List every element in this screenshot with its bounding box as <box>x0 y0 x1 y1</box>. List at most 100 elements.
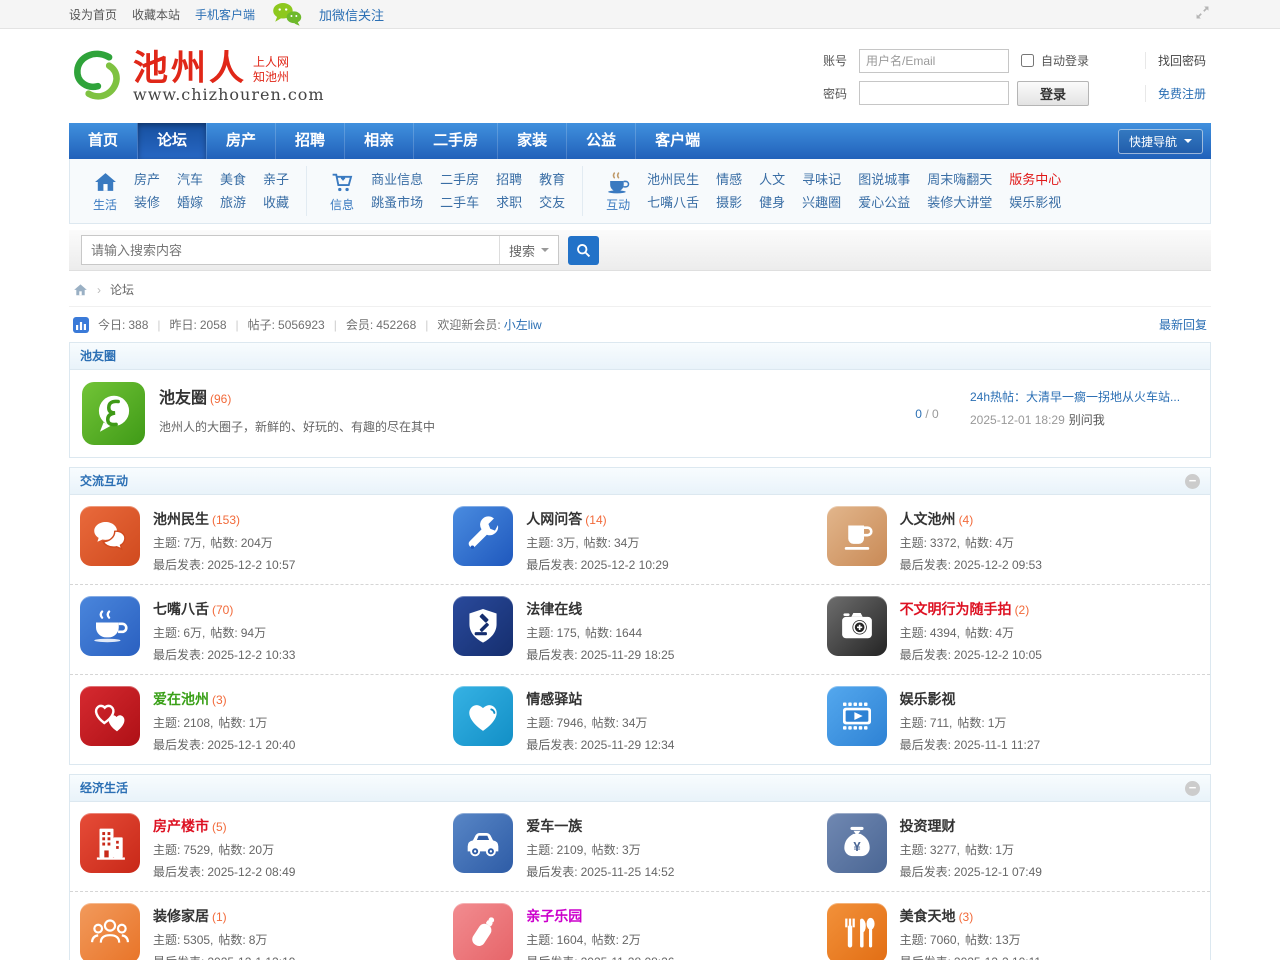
cutlery-icon[interactable] <box>827 903 887 960</box>
baby-bottle-icon[interactable] <box>453 903 513 960</box>
subnav-link[interactable]: 健身 <box>759 191 785 214</box>
subnav-link[interactable]: 人文 <box>759 168 785 191</box>
new-member-link[interactable]: 小左liw <box>504 318 542 332</box>
subnav-link[interactable]: 摄影 <box>716 191 742 214</box>
last-post-user-link[interactable]: 别问我 <box>1069 413 1105 427</box>
password-input[interactable] <box>859 81 1009 105</box>
shield-gavel-icon[interactable] <box>453 596 513 656</box>
subnav-link[interactable]: 兴趣圈 <box>802 191 841 214</box>
subnav-link[interactable]: 收藏 <box>263 191 289 214</box>
expand-icon[interactable] <box>1194 4 1211 24</box>
subnav-link[interactable]: 七嘴八舌 <box>647 191 699 214</box>
search-scope-dropdown[interactable]: 搜索 <box>499 236 558 264</box>
chat-bubbles-icon[interactable] <box>80 506 140 566</box>
wechat-follow-link[interactable]: 加微信关注 <box>319 5 384 24</box>
subnav-link[interactable]: 婚嫁 <box>177 191 203 214</box>
money-bag-icon[interactable]: ¥ <box>827 813 887 873</box>
forum-link[interactable]: 不文明行为随手拍 <box>900 601 1012 617</box>
section-title[interactable]: 池友圈 <box>80 343 116 369</box>
subnav-link[interactable]: 旅游 <box>220 191 246 214</box>
forum-link[interactable]: 娱乐影视 <box>900 691 956 707</box>
auto-login-checkbox[interactable] <box>1021 54 1034 67</box>
hot-post-link[interactable]: 24h热帖：大清早一瘸一拐地从火车站... <box>970 388 1198 405</box>
film-play-icon[interactable] <box>827 686 887 746</box>
subnav-link[interactable]: 亲子 <box>263 168 289 191</box>
wechat-icon[interactable] <box>270 1 304 27</box>
search-input[interactable] <box>82 238 499 262</box>
speech-swirl-icon[interactable] <box>82 382 145 445</box>
nav-item-4[interactable]: 招聘 <box>275 123 344 159</box>
subnav-link[interactable]: 周末嗨翻天 <box>927 168 992 191</box>
forum-link[interactable]: 装修家居 <box>153 908 209 924</box>
forum-link[interactable]: 爱车一族 <box>526 818 582 834</box>
subnav-link[interactable]: 装修大讲堂 <box>927 191 992 214</box>
nav-item-1[interactable]: 首页 <box>69 123 137 159</box>
site-logo[interactable]: 池州人 上人网 知池州 www.chizhouren.com <box>69 47 325 108</box>
subnav-link[interactable]: 招聘 <box>496 168 522 191</box>
forum-link[interactable]: 人网问答 <box>526 511 582 527</box>
subnav-link[interactable]: 图说城事 <box>858 168 910 191</box>
forum-link[interactable]: 美食天地 <box>900 908 956 924</box>
forum-link[interactable]: 房产楼市 <box>153 818 209 834</box>
subnav-link[interactable]: 寻味记 <box>802 168 841 191</box>
breadcrumb-current[interactable]: 论坛 <box>110 281 134 298</box>
forum-link[interactable]: 法律在线 <box>526 601 582 617</box>
login-button[interactable]: 登录 <box>1017 81 1089 106</box>
double-heart-icon[interactable] <box>80 686 140 746</box>
nav-item-5[interactable]: 相亲 <box>344 123 413 159</box>
nav-item-3[interactable]: 房产 <box>206 123 275 159</box>
nav-item-7[interactable]: 家装 <box>497 123 566 159</box>
subnav-link[interactable]: 情感 <box>716 168 742 191</box>
forum-link[interactable]: 投资理财 <box>900 818 956 834</box>
nav-item-6[interactable]: 二手房 <box>413 123 497 159</box>
subnav-link[interactable]: 房产 <box>134 168 160 191</box>
chiyouquan-title-link[interactable]: 池友圈 <box>159 390 207 407</box>
register-link[interactable]: 免费注册 <box>1145 85 1211 102</box>
account-input[interactable] <box>859 49 1009 73</box>
nav-item-9[interactable]: 客户端 <box>635 123 719 159</box>
forum-link[interactable]: 池州民生 <box>153 511 209 527</box>
find-password-link[interactable]: 找回密码 <box>1145 52 1211 69</box>
building-icon[interactable] <box>80 813 140 873</box>
teacup-steam-icon[interactable] <box>80 596 140 656</box>
forum-link[interactable]: 情感驿站 <box>526 691 582 707</box>
subnav-link[interactable]: 装修 <box>134 191 160 214</box>
car-icon[interactable] <box>453 813 513 873</box>
subnav-group-label: 生活 <box>87 196 123 213</box>
subnav-link[interactable]: 二手房 <box>440 168 479 191</box>
nav-item-2[interactable]: 论坛 <box>137 123 206 159</box>
subnav-link[interactable]: 池州民生 <box>647 168 699 191</box>
nav-item-8[interactable]: 公益 <box>566 123 635 159</box>
subnav-link[interactable]: 跳蚤市场 <box>371 191 423 214</box>
breadcrumb-separator: › <box>97 283 101 297</box>
subnav-link[interactable]: 商业信息 <box>371 168 423 191</box>
mobile-client-link[interactable]: 手机客户端 <box>195 6 255 23</box>
subnav-link[interactable]: 交友 <box>539 191 565 214</box>
coffee-mug-icon[interactable] <box>827 506 887 566</box>
subnav-link[interactable]: 娱乐影视 <box>1009 191 1061 214</box>
subnav-link[interactable]: 教育 <box>539 168 565 191</box>
subnav-link[interactable]: 二手车 <box>440 191 479 214</box>
latest-reply-link[interactable]: 最新回复 <box>1159 316 1207 333</box>
subnav-link[interactable]: 美食 <box>220 168 246 191</box>
collapse-section-button[interactable]: − <box>1185 781 1200 796</box>
subnav-link[interactable]: 汽车 <box>177 168 203 191</box>
subnav-link[interactable]: 版务中心 <box>1009 168 1061 191</box>
home-icon[interactable] <box>73 283 88 297</box>
people-icon[interactable] <box>80 903 140 960</box>
forum-link[interactable]: 爱在池州 <box>153 691 209 707</box>
section-title: 交流互动 <box>80 468 128 494</box>
wrench-icon[interactable] <box>453 506 513 566</box>
set-homepage-link[interactable]: 设为首页 <box>69 6 117 23</box>
quick-nav-button[interactable]: 快捷导航 <box>1118 129 1203 154</box>
subnav-link[interactable]: 求职 <box>496 191 522 214</box>
forum-link[interactable]: 亲子乐园 <box>526 908 582 924</box>
forum-link[interactable]: 七嘴八舌 <box>153 601 209 617</box>
heart-icon[interactable] <box>453 686 513 746</box>
search-button[interactable] <box>568 236 599 265</box>
bookmark-site-link[interactable]: 收藏本站 <box>132 6 180 23</box>
subnav-link[interactable]: 爱心公益 <box>858 191 910 214</box>
camera-icon[interactable] <box>827 596 887 656</box>
forum-link[interactable]: 人文池州 <box>900 511 956 527</box>
collapse-section-button[interactable]: − <box>1185 474 1200 489</box>
